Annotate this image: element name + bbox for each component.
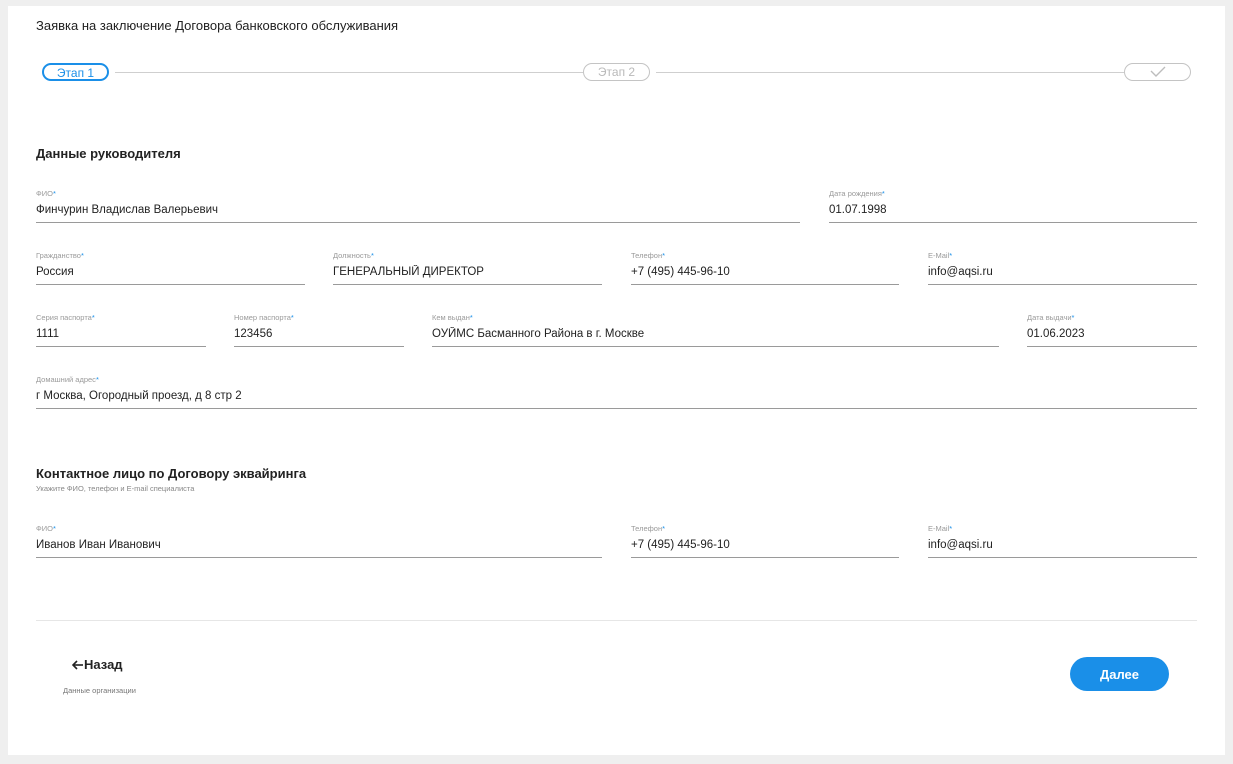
footer-divider <box>36 620 1197 621</box>
director-email-input[interactable]: info@aqsi.ru <box>928 265 1197 285</box>
issue-date-input[interactable]: 01.06.2023 <box>1027 327 1197 347</box>
contact-email-input[interactable]: info@aqsi.ru <box>928 538 1197 558</box>
contact-section-title: Контактное лицо по Договору эквайринга <box>36 466 307 481</box>
step-2-pill[interactable]: Этап 2 <box>583 63 650 81</box>
stepper-line-2 <box>656 72 1124 73</box>
check-icon <box>1150 66 1165 77</box>
stepper-line-1 <box>115 72 583 73</box>
field-label: Домашний адрес* <box>36 375 99 384</box>
passport-series-field[interactable]: Серия паспорта* 1111 <box>36 313 206 347</box>
application-card: Заявка на заключение Договора банковског… <box>8 6 1225 755</box>
field-label: Дата выдачи* <box>1027 313 1075 322</box>
director-phone-field[interactable]: Телефон* +7 (495) 445-96-10 <box>631 251 899 285</box>
director-birth-date-field[interactable]: Дата рождения* 01.07.1998 <box>829 189 1197 223</box>
field-label: Телефон* <box>631 524 666 533</box>
director-section-title: Данные руководителя <box>36 146 181 161</box>
director-birth-date-input[interactable]: 01.07.1998 <box>829 203 1197 223</box>
issued-by-input[interactable]: ОУЙМС Басманного Района в г. Москве <box>432 327 999 347</box>
issued-by-field[interactable]: Кем выдан* ОУЙМС Басманного Района в г. … <box>432 313 999 347</box>
home-address-field[interactable]: Домашний адрес* г Москва, Огородный прое… <box>36 375 1197 409</box>
next-button[interactable]: Далее <box>1070 657 1169 691</box>
citizenship-input[interactable]: Россия <box>36 265 305 285</box>
position-input[interactable]: ГЕНЕРАЛЬНЫЙ ДИРЕКТОР <box>333 265 602 285</box>
field-label: ФИО* <box>36 189 56 198</box>
contact-fio-field[interactable]: ФИО* Иванов Иван Иванович <box>36 524 602 558</box>
field-label: ФИО* <box>36 524 56 533</box>
field-label: Номер паспорта* <box>234 313 294 322</box>
contact-phone-input[interactable]: +7 (495) 445-96-10 <box>631 538 899 558</box>
back-label: Назад <box>84 657 123 672</box>
director-fio-input[interactable]: Финчурин Владислав Валерьевич <box>36 203 800 223</box>
position-field[interactable]: Должность* ГЕНЕРАЛЬНЫЙ ДИРЕКТОР <box>333 251 602 285</box>
passport-number-input[interactable]: 123456 <box>234 327 404 347</box>
field-label: Гражданство* <box>36 251 84 260</box>
field-label: Кем выдан* <box>432 313 473 322</box>
arrow-left-icon <box>71 660 83 670</box>
step-1-pill[interactable]: Этап 1 <box>42 63 109 81</box>
citizenship-field[interactable]: Гражданство* Россия <box>36 251 305 285</box>
contact-fio-input[interactable]: Иванов Иван Иванович <box>36 538 602 558</box>
director-fio-field[interactable]: ФИО* Финчурин Владислав Валерьевич <box>36 189 800 223</box>
contact-section-subtitle: Укажите ФИО, телефон и E-mail специалист… <box>36 484 195 493</box>
director-phone-input[interactable]: +7 (495) 445-96-10 <box>631 265 899 285</box>
passport-series-input[interactable]: 1111 <box>36 327 206 347</box>
field-label: E-Mail* <box>928 524 953 533</box>
field-label: Должность* <box>333 251 374 260</box>
home-address-input[interactable]: г Москва, Огородный проезд, д 8 стр 2 <box>36 389 1197 409</box>
step-3-pill[interactable] <box>1124 63 1191 81</box>
field-label: Дата рождения* <box>829 189 885 198</box>
back-button[interactable]: Назад <box>71 657 123 672</box>
field-label: Серия паспорта* <box>36 313 95 322</box>
page-title: Заявка на заключение Договора банковског… <box>36 18 399 33</box>
field-label: E-Mail* <box>928 251 953 260</box>
contact-email-field[interactable]: E-Mail* info@aqsi.ru <box>928 524 1197 558</box>
issue-date-field[interactable]: Дата выдачи* 01.06.2023 <box>1027 313 1197 347</box>
back-sublabel: Данные организации <box>63 686 136 695</box>
passport-number-field[interactable]: Номер паспорта* 123456 <box>234 313 404 347</box>
director-email-field[interactable]: E-Mail* info@aqsi.ru <box>928 251 1197 285</box>
field-label: Телефон* <box>631 251 666 260</box>
contact-phone-field[interactable]: Телефон* +7 (495) 445-96-10 <box>631 524 899 558</box>
